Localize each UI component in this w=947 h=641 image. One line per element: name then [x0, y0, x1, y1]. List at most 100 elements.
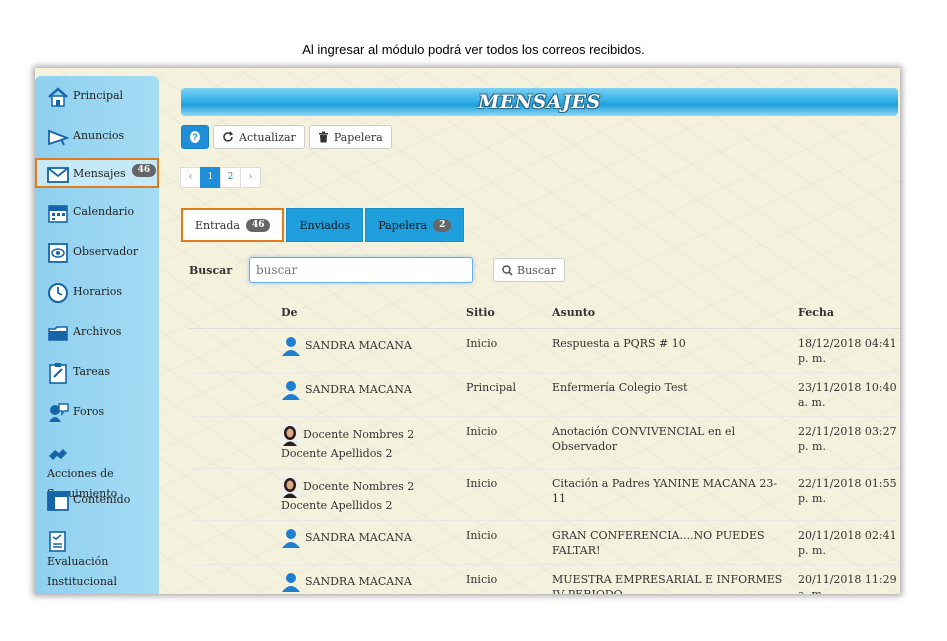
sidebar-item-label: Horarios: [73, 285, 123, 298]
sidebar: Principal Anuncios Mensajes 46 Calendari…: [35, 76, 159, 594]
search-input[interactable]: [249, 257, 473, 283]
page-title-banner: MENSAJES: [181, 88, 898, 116]
sidebar-item-label: Anuncios: [73, 129, 125, 142]
trash-label: Papelera: [333, 130, 383, 144]
row-spacer: [189, 467, 277, 520]
search-button-label: Buscar: [517, 263, 556, 277]
date-cell: 20/11/2018 02:41 p. m.: [794, 519, 900, 564]
prev-page-button[interactable]: ‹: [180, 167, 201, 188]
date-cell: 23/11/2018 10:40 a. m.: [794, 371, 900, 416]
forum-icon: [49, 403, 69, 422]
tab-label: Papelera: [378, 218, 428, 232]
toolbar: ? Actualizar Papelera: [181, 125, 392, 149]
next-page-button[interactable]: ›: [240, 167, 261, 188]
sidebar-item-tareas[interactable]: Tareas: [35, 354, 159, 394]
main-content: MENSAJES ? Actualizar Papelera ‹ 1 2 › E…: [180, 68, 900, 594]
refresh-icon: [223, 131, 234, 142]
trash-button[interactable]: Papelera: [308, 125, 392, 149]
table-row[interactable]: SANDRA MACANA Inicio MUESTRA EMPRESARIAL…: [189, 563, 900, 594]
site-cell: Inicio: [462, 415, 548, 468]
sidebar-item-horarios[interactable]: Horarios: [35, 274, 159, 314]
trash-count-badge: 2: [433, 218, 452, 232]
app-window: Principal Anuncios Mensajes 46 Calendari…: [35, 68, 900, 594]
sender-cell: SANDRA MACANA: [277, 327, 462, 372]
checklist-icon: [49, 531, 66, 552]
handshake-icon: [49, 449, 67, 460]
sender-name: SANDRA MACANA: [305, 530, 412, 544]
row-spacer: [189, 371, 277, 416]
page-title: MENSAJES: [478, 91, 601, 113]
search-bar: Buscar Buscar: [189, 257, 565, 283]
site-cell: Inicio: [462, 467, 548, 520]
page-1-button[interactable]: 1: [200, 167, 221, 188]
subject-cell[interactable]: MUESTRA EMPRESARIAL E INFORMES IV PERIOD…: [548, 563, 794, 594]
sidebar-item-observador[interactable]: Observador: [35, 234, 159, 274]
table-row[interactable]: Docente Nombres 2 Docente Apellidos 2 In…: [189, 415, 900, 468]
sidebar-item-mensajes[interactable]: Mensajes 46: [35, 158, 159, 188]
column-header-de[interactable]: De: [277, 298, 462, 329]
sidebar-item-label: Mensajes: [73, 167, 126, 180]
question-icon: ?: [190, 131, 200, 143]
clock-icon: [48, 283, 68, 303]
refresh-button[interactable]: Actualizar: [213, 125, 305, 149]
unread-badge: 46: [131, 164, 157, 177]
search-label: Buscar: [189, 263, 233, 277]
clipboard-icon: [49, 363, 67, 384]
sidebar-item-contenido[interactable]: Contenido: [35, 482, 159, 522]
user-icon: [282, 572, 300, 592]
row-spacer: [189, 415, 277, 468]
user-icon: [282, 380, 300, 400]
subject-cell[interactable]: Enfermería Colegio Test: [548, 371, 794, 416]
eye-icon: [48, 243, 68, 263]
column-header-fecha[interactable]: Fecha: [794, 298, 900, 329]
tab-label: Entrada: [195, 218, 240, 232]
sidebar-item-anuncios[interactable]: Anuncios: [35, 118, 159, 158]
column-header-asunto[interactable]: Asunto: [548, 298, 794, 329]
sidebar-item-foros[interactable]: Foros: [35, 394, 159, 434]
site-cell: Inicio: [462, 519, 548, 564]
table-row[interactable]: SANDRA MACANA Inicio Respuesta a PQRS # …: [189, 327, 900, 372]
sidebar-item-calendario[interactable]: Calendario: [35, 194, 159, 234]
avatar-photo: [281, 475, 299, 498]
subject-cell[interactable]: Anotación CONVIVENCIAL en el Observador: [548, 415, 794, 468]
tab-entrada[interactable]: Entrada 46: [181, 208, 285, 242]
sidebar-item-label: Principal: [73, 89, 124, 102]
help-button[interactable]: ?: [181, 125, 209, 149]
table-header-row: De Sitio Asunto Fecha: [189, 298, 900, 329]
tab-papelera[interactable]: Papelera 2: [365, 208, 465, 242]
messages-table: De Sitio Asunto Fecha SANDRA MACANA Inic…: [189, 298, 900, 594]
column-header-sitio[interactable]: Sitio: [462, 298, 548, 329]
sidebar-item-label: Tareas: [73, 365, 111, 378]
refresh-label: Actualizar: [239, 130, 296, 144]
search-icon: [502, 264, 513, 276]
table-row[interactable]: Docente Nombres 2 Docente Apellidos 2 In…: [189, 467, 900, 520]
sidebar-item-label: Observador: [73, 245, 139, 258]
sidebar-item-label: Archivos: [73, 325, 122, 338]
row-spacer: [189, 563, 277, 594]
folder-icon: [48, 326, 68, 341]
sidebar-item-label: Calendario: [73, 205, 135, 218]
date-cell: 18/12/2018 04:41 p. m.: [794, 327, 900, 372]
avatar-photo: [281, 423, 299, 446]
sidebar-item-principal[interactable]: Principal: [35, 78, 159, 118]
subject-cell[interactable]: Respuesta a PQRS # 10: [548, 327, 794, 372]
sidebar-item-evaluacion[interactable]: Evaluación Institucional: [35, 522, 159, 588]
row-spacer: [189, 327, 277, 372]
sidebar-item-label: Contenido: [73, 493, 131, 506]
site-cell: Principal: [462, 371, 548, 416]
table-row[interactable]: SANDRA MACANA Inicio GRAN CONFERENCIA...…: [189, 519, 900, 564]
subject-cell[interactable]: GRAN CONFERENCIA....NO PUEDES FALTAR!: [548, 519, 794, 564]
page-2-button[interactable]: 2: [220, 167, 241, 188]
tab-enviados[interactable]: Enviados: [286, 208, 364, 242]
table-row[interactable]: SANDRA MACANA Principal Enfermería Coleg…: [189, 371, 900, 416]
sidebar-item-label: Evaluación Institucional: [47, 555, 117, 588]
user-icon: [282, 528, 300, 548]
date-cell: 22/11/2018 01:55 p. m.: [794, 467, 900, 520]
subject-cell[interactable]: Citación a Padres YANINE MACANA 23-11: [548, 467, 794, 520]
tab-label: Enviados: [299, 218, 351, 232]
date-cell: 22/11/2018 03:27 p. m.: [794, 415, 900, 468]
search-button[interactable]: Buscar: [493, 258, 565, 282]
header-spacer: [189, 298, 277, 329]
sidebar-item-archivos[interactable]: Archivos: [35, 314, 159, 354]
sender-name: Docente Nombres 2 Docente Apellidos 2: [281, 479, 415, 512]
